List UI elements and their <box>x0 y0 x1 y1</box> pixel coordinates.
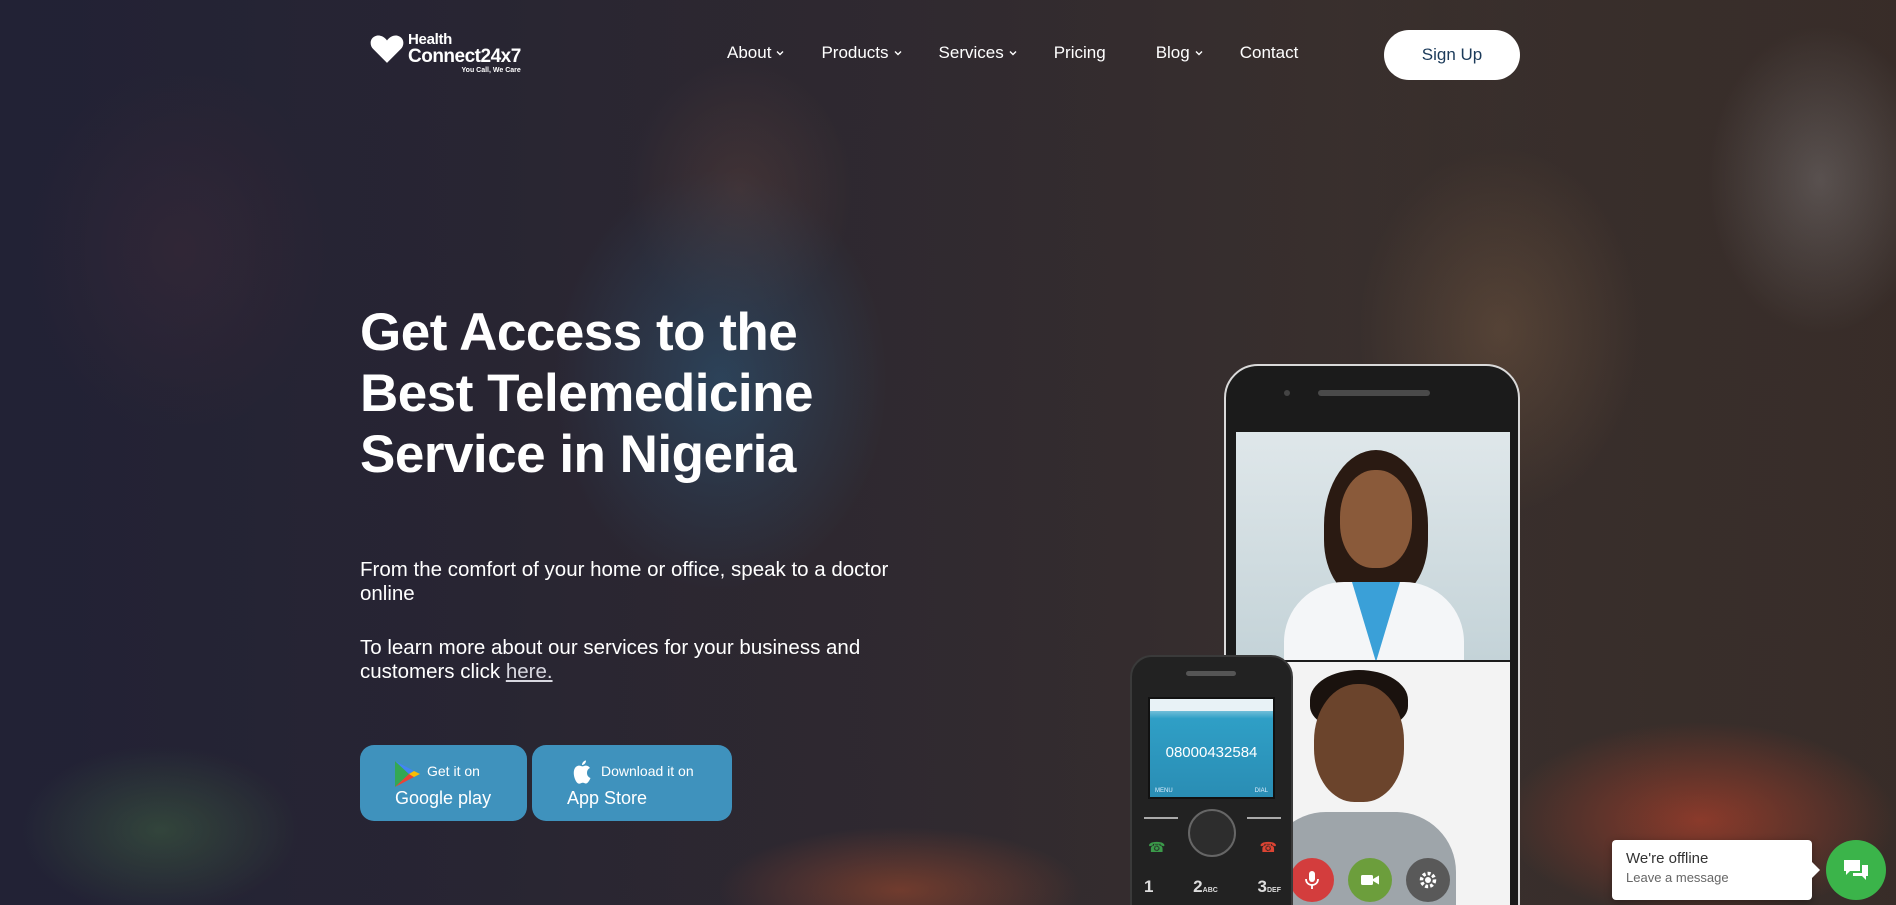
video-camera-icon <box>1361 875 1379 885</box>
feature-phone-dial-label: DIAL <box>1254 788 1268 794</box>
hero-title-line3: Service in Nigeria <box>360 425 796 484</box>
heart-icon <box>370 35 404 63</box>
end-key-icon: ☎ <box>1259 839 1277 855</box>
nav-label: Blog <box>1155 43 1190 62</box>
mic-button[interactable] <box>1290 858 1334 902</box>
chat-status-text: We're offline <box>1626 850 1709 867</box>
chat-leave-message: Leave a message <box>1626 870 1729 885</box>
feature-phone-speaker <box>1186 671 1236 676</box>
doctor-face <box>1340 470 1412 568</box>
feature-phone-screen: 08000432584 MENU DIAL <box>1148 697 1275 799</box>
nav-label: About <box>727 43 772 62</box>
brand-line1: Health <box>408 31 453 48</box>
hero-title-line1: Get Access to the <box>360 303 798 362</box>
app-store-button[interactable]: Download it on App Store <box>532 745 732 821</box>
right-softkey <box>1247 817 1281 827</box>
key-2-letters: ABC <box>1202 887 1218 894</box>
nav-label: Contact <box>1239 43 1299 62</box>
chevron-down-icon <box>776 51 784 56</box>
phone-camera <box>1284 390 1290 396</box>
business-text: To learn more about our services for you… <box>360 636 861 683</box>
nav-label: Pricing <box>1053 43 1106 62</box>
sign-up-button[interactable]: Sign Up <box>1384 30 1520 80</box>
feature-phone: 08000432584 MENU DIAL ☎ ☎ 1 2ABC 3DEF <box>1130 655 1293 905</box>
chevron-down-icon <box>1195 51 1203 56</box>
helpline-number: 08000432584 <box>1165 744 1258 761</box>
key-3: 3DEF <box>1258 877 1281 897</box>
phone-speaker <box>1318 390 1430 396</box>
chat-icon <box>1844 860 1868 880</box>
hero-business-text: To learn more about our services for you… <box>360 636 940 684</box>
brand-line2: Connect24x7 <box>408 46 521 67</box>
chat-status-bubble[interactable]: We're offline Leave a message <box>1612 840 1820 900</box>
nav-item-services[interactable]: Services <box>939 43 1017 63</box>
nav-item-contact[interactable]: Contact <box>1240 43 1299 63</box>
nav-item-products[interactable]: Products <box>821 43 902 63</box>
google-play-big: Google play <box>395 788 492 808</box>
brand-text: Health Connect24x7 You Call, We Care <box>408 32 521 74</box>
hero-title-line2: Best Telemedicine <box>360 364 813 423</box>
google-play-small: Get it on <box>427 763 480 779</box>
video-call-controls <box>1290 858 1450 902</box>
chat-launcher-button[interactable] <box>1826 840 1886 900</box>
settings-button[interactable] <box>1406 858 1450 902</box>
video-button[interactable] <box>1348 858 1392 902</box>
number-keys-row: 1 2ABC 3DEF <box>1144 877 1281 897</box>
gear-icon <box>1419 871 1437 889</box>
nav-label: Services <box>938 43 1004 62</box>
key-3-digit: 3 <box>1257 877 1267 896</box>
feature-phone-status-bar <box>1150 699 1273 711</box>
feature-phone-menu-label: MENU <box>1155 788 1173 794</box>
key-2-digit: 2 <box>1193 877 1203 896</box>
key-2: 2ABC <box>1193 877 1218 897</box>
brand-logo[interactable]: Health Connect24x7 You Call, We Care <box>370 32 521 74</box>
google-play-button[interactable]: Get it on Google play <box>360 745 527 821</box>
feature-phone-keypad: ☎ ☎ 1 2ABC 3DEF <box>1144 809 1281 905</box>
call-key-icon: ☎ <box>1148 839 1166 855</box>
key-3-letters: DEF <box>1266 887 1281 894</box>
hero-title: Get Access to the Best Telemedicine Serv… <box>360 302 960 485</box>
key-1: 1 <box>1144 877 1154 896</box>
hero-subtitle: From the comfort of your home or office,… <box>360 558 889 605</box>
microphone-icon <box>1305 871 1319 889</box>
apple-icon <box>573 760 591 784</box>
nav-label: Products <box>821 43 889 62</box>
nav-item-blog[interactable]: Blog <box>1156 43 1203 63</box>
nav-pad <box>1188 809 1236 857</box>
app-store-big: App Store <box>567 788 648 808</box>
main-nav: About Products Services Pricing Blog Con… <box>727 43 1298 63</box>
business-here-link[interactable]: here. <box>506 660 553 683</box>
doctor-video-feed <box>1236 432 1510 660</box>
google-play-icon <box>395 761 420 787</box>
nav-item-pricing[interactable]: Pricing <box>1054 43 1106 63</box>
chevron-down-icon <box>894 51 902 56</box>
left-softkey <box>1144 817 1178 827</box>
app-store-small: Download it on <box>601 763 694 779</box>
patient-face <box>1314 684 1404 802</box>
chevron-down-icon <box>1009 51 1017 56</box>
nav-item-about[interactable]: About <box>727 43 784 63</box>
brand-tagline: You Call, We Care <box>461 67 521 74</box>
